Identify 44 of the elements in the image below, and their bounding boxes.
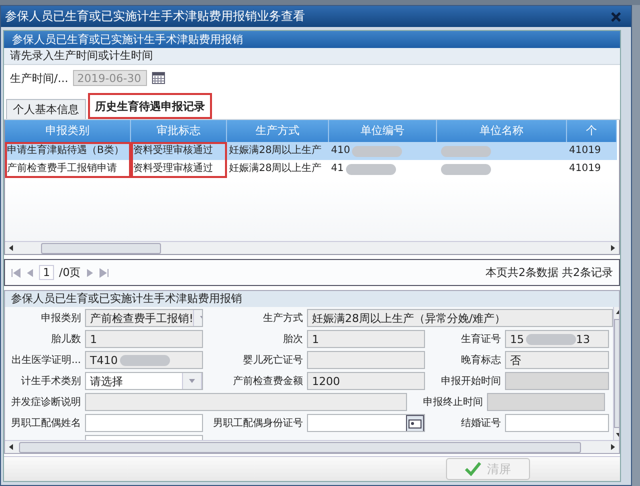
id-card-icon[interactable] (406, 415, 424, 431)
calendar-icon[interactable] (152, 72, 166, 84)
field-label: 结婚证号 (460, 416, 502, 430)
field-label: 男职工配偶身份证号 (212, 417, 304, 430)
field-label: 晚育标志 (460, 354, 502, 367)
table-cell: 妊娠满28周以上生产 (227, 142, 329, 160)
page-count: /0页 (59, 265, 81, 280)
tab[interactable]: 历史生育待遇申报记录 (88, 93, 212, 119)
hint-bar: 请先录入生产时间或计生时间 (4, 48, 620, 65)
field-label: 出生医学证明... (10, 354, 82, 367)
tab[interactable]: 个人基本信息 (6, 99, 86, 119)
field-label: 计生手术类别 (20, 374, 82, 388)
field-label: 胎儿数 (50, 332, 82, 346)
caret-icon[interactable] (182, 373, 202, 389)
previous-page-icon[interactable] (26, 268, 34, 278)
field-label: 男职工配偶姓名 (10, 417, 82, 430)
field-label: 婴儿死亡证号 (242, 354, 304, 367)
dropdown[interactable]: 请选择 (85, 372, 203, 390)
field-label: 生产方式 (262, 312, 304, 325)
first-page-icon[interactable] (11, 268, 21, 278)
field-label: 申报开始时间 (440, 374, 502, 388)
panel-header: 参保人员已生育或已实施计生手术津贴费用报销 (4, 31, 620, 48)
table-cell: 410 (329, 142, 437, 160)
horizontal-scrollbar[interactable] (5, 440, 619, 453)
form-header: 参保人员已生育或已实施计生手术津贴费用报销 (5, 291, 619, 307)
field-label: 生产时间/... (10, 70, 68, 86)
input-field[interactable] (505, 414, 609, 432)
check-icon (465, 462, 481, 476)
page-field[interactable]: 1 (39, 265, 54, 280)
field-label: 申报终止时间 (422, 396, 484, 409)
table-cell: 41019 (567, 142, 617, 160)
field-label: 产前检查费金额 (232, 374, 304, 388)
next-page-icon[interactable] (86, 268, 94, 278)
close-icon[interactable] (611, 12, 621, 22)
last-page-icon[interactable] (98, 268, 109, 278)
input-field[interactable] (307, 414, 425, 432)
field-label: 生育证号 (460, 332, 502, 346)
input-field[interactable] (85, 414, 203, 432)
field-label: 胎次 (282, 333, 304, 346)
window-title: 参保人员已生育或已实施计生手术津贴费用报销业务查看 (5, 8, 305, 25)
field-label: 并发症诊断说明 (10, 396, 82, 409)
horizontal-scrollbar[interactable] (5, 241, 619, 254)
record-summary: 本页共2条数据 共2条记录 (486, 265, 613, 280)
field-label: 申报类别 (40, 312, 82, 325)
